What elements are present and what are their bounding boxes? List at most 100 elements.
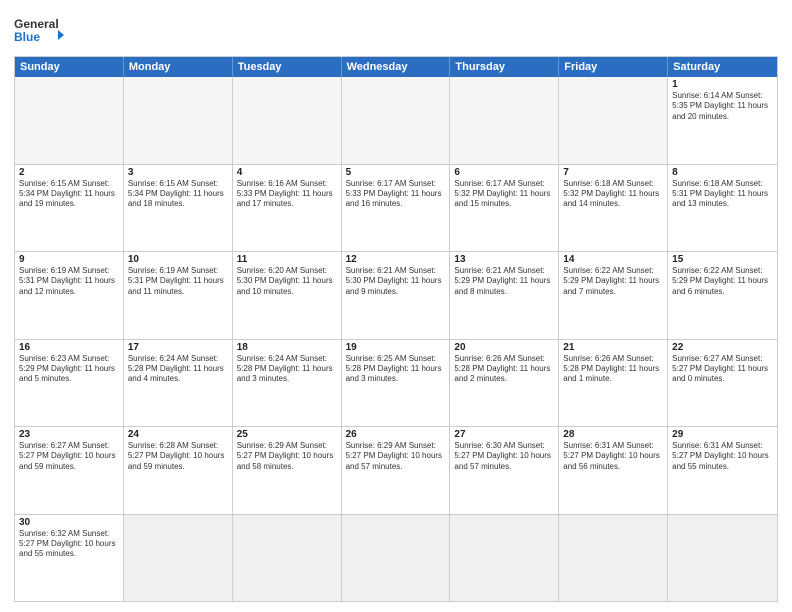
calendar-cell: 14Sunrise: 6:22 AM Sunset: 5:29 PM Dayli… <box>559 252 668 339</box>
day-info: Sunrise: 6:32 AM Sunset: 5:27 PM Dayligh… <box>19 529 119 560</box>
day-number: 9 <box>19 254 119 265</box>
day-info: Sunrise: 6:20 AM Sunset: 5:30 PM Dayligh… <box>237 266 337 297</box>
svg-text:General: General <box>14 17 59 31</box>
calendar-cell: 17Sunrise: 6:24 AM Sunset: 5:28 PM Dayli… <box>124 340 233 427</box>
day-number: 18 <box>237 342 337 353</box>
calendar-cell: 21Sunrise: 6:26 AM Sunset: 5:28 PM Dayli… <box>559 340 668 427</box>
calendar-cell: 30Sunrise: 6:32 AM Sunset: 5:27 PM Dayli… <box>15 515 124 602</box>
calendar-cell: 9Sunrise: 6:19 AM Sunset: 5:31 PM Daylig… <box>15 252 124 339</box>
calendar-body: 1Sunrise: 6:14 AM Sunset: 5:35 PM Daylig… <box>15 77 777 601</box>
day-info: Sunrise: 6:27 AM Sunset: 5:27 PM Dayligh… <box>672 354 773 385</box>
day-number: 7 <box>563 167 663 178</box>
day-number: 30 <box>19 517 119 528</box>
day-info: Sunrise: 6:29 AM Sunset: 5:27 PM Dayligh… <box>346 441 446 472</box>
day-number: 27 <box>454 429 554 440</box>
day-number: 26 <box>346 429 446 440</box>
calendar-cell: 24Sunrise: 6:28 AM Sunset: 5:27 PM Dayli… <box>124 427 233 514</box>
day-number: 20 <box>454 342 554 353</box>
day-info: Sunrise: 6:19 AM Sunset: 5:31 PM Dayligh… <box>128 266 228 297</box>
calendar-cell <box>233 77 342 164</box>
day-number: 11 <box>237 254 337 265</box>
calendar-cell <box>559 77 668 164</box>
calendar-cell <box>559 515 668 602</box>
calendar-cell <box>342 77 451 164</box>
calendar-week-6: 30Sunrise: 6:32 AM Sunset: 5:27 PM Dayli… <box>15 514 777 602</box>
day-number: 1 <box>672 79 773 90</box>
svg-text:Blue: Blue <box>14 30 40 44</box>
calendar-cell: 1Sunrise: 6:14 AM Sunset: 5:35 PM Daylig… <box>668 77 777 164</box>
calendar-cell: 19Sunrise: 6:25 AM Sunset: 5:28 PM Dayli… <box>342 340 451 427</box>
day-number: 24 <box>128 429 228 440</box>
day-info: Sunrise: 6:24 AM Sunset: 5:28 PM Dayligh… <box>237 354 337 385</box>
page: General Blue SundayMondayTuesdayWednesda… <box>0 0 792 612</box>
day-number: 22 <box>672 342 773 353</box>
day-info: Sunrise: 6:15 AM Sunset: 5:34 PM Dayligh… <box>128 179 228 210</box>
calendar-cell: 7Sunrise: 6:18 AM Sunset: 5:32 PM Daylig… <box>559 165 668 252</box>
calendar-cell <box>124 77 233 164</box>
logo: General Blue <box>14 10 64 50</box>
day-info: Sunrise: 6:22 AM Sunset: 5:29 PM Dayligh… <box>672 266 773 297</box>
header: General Blue <box>14 10 778 50</box>
calendar-week-5: 23Sunrise: 6:27 AM Sunset: 5:27 PM Dayli… <box>15 426 777 514</box>
day-number: 2 <box>19 167 119 178</box>
calendar-cell: 4Sunrise: 6:16 AM Sunset: 5:33 PM Daylig… <box>233 165 342 252</box>
weekday-header-wednesday: Wednesday <box>342 57 451 77</box>
day-info: Sunrise: 6:22 AM Sunset: 5:29 PM Dayligh… <box>563 266 663 297</box>
weekday-header-monday: Monday <box>124 57 233 77</box>
calendar-cell <box>668 515 777 602</box>
calendar: SundayMondayTuesdayWednesdayThursdayFrid… <box>14 56 778 602</box>
calendar-cell: 20Sunrise: 6:26 AM Sunset: 5:28 PM Dayli… <box>450 340 559 427</box>
calendar-week-2: 2 Sunrise: 6:15 AM Sunset: 5:34 PM Daylig… <box>15 164 777 252</box>
day-number: 14 <box>563 254 663 265</box>
calendar-cell: 13Sunrise: 6:21 AM Sunset: 5:29 PM Dayli… <box>450 252 559 339</box>
day-number: 16 <box>19 342 119 353</box>
calendar-cell: 25Sunrise: 6:29 AM Sunset: 5:27 PM Dayli… <box>233 427 342 514</box>
day-info: Sunrise: 6:17 AM Sunset: 5:33 PM Dayligh… <box>346 179 446 210</box>
calendar-cell <box>124 515 233 602</box>
day-info: Sunrise: 6:27 AM Sunset: 5:27 PM Dayligh… <box>19 441 119 472</box>
calendar-cell: 10Sunrise: 6:19 AM Sunset: 5:31 PM Dayli… <box>124 252 233 339</box>
day-number: 13 <box>454 254 554 265</box>
day-info: Sunrise: 6:31 AM Sunset: 5:27 PM Dayligh… <box>563 441 663 472</box>
calendar-cell <box>450 77 559 164</box>
day-info: Sunrise: 6:21 AM Sunset: 5:29 PM Dayligh… <box>454 266 554 297</box>
day-number: 12 <box>346 254 446 265</box>
weekday-header-tuesday: Tuesday <box>233 57 342 77</box>
calendar-cell: 28Sunrise: 6:31 AM Sunset: 5:27 PM Dayli… <box>559 427 668 514</box>
day-info: Sunrise: 6:18 AM Sunset: 5:31 PM Dayligh… <box>672 179 773 210</box>
calendar-cell: 23Sunrise: 6:27 AM Sunset: 5:27 PM Dayli… <box>15 427 124 514</box>
weekday-header-thursday: Thursday <box>450 57 559 77</box>
day-info: Sunrise: 6:30 AM Sunset: 5:27 PM Dayligh… <box>454 441 554 472</box>
calendar-cell: 6Sunrise: 6:17 AM Sunset: 5:32 PM Daylig… <box>450 165 559 252</box>
day-number: 19 <box>346 342 446 353</box>
day-number: 15 <box>672 254 773 265</box>
calendar-week-3: 9 Sunrise: 6:19 AM Sunset: 5:31 PM Daylig… <box>15 251 777 339</box>
generalblue-logo-icon: General Blue <box>14 14 64 50</box>
day-number: 28 <box>563 429 663 440</box>
day-number: 25 <box>237 429 337 440</box>
calendar-cell: 18Sunrise: 6:24 AM Sunset: 5:28 PM Dayli… <box>233 340 342 427</box>
calendar-cell <box>342 515 451 602</box>
calendar-cell <box>233 515 342 602</box>
day-info: Sunrise: 6:24 AM Sunset: 5:28 PM Dayligh… <box>128 354 228 385</box>
calendar-cell: 15Sunrise: 6:22 AM Sunset: 5:29 PM Dayli… <box>668 252 777 339</box>
day-info: Sunrise: 6:16 AM Sunset: 5:33 PM Dayligh… <box>237 179 337 210</box>
day-info: Sunrise: 6:23 AM Sunset: 5:29 PM Dayligh… <box>19 354 119 385</box>
day-info: Sunrise: 6:25 AM Sunset: 5:28 PM Dayligh… <box>346 354 446 385</box>
calendar-cell: 27Sunrise: 6:30 AM Sunset: 5:27 PM Dayli… <box>450 427 559 514</box>
day-number: 8 <box>672 167 773 178</box>
calendar-cell <box>15 77 124 164</box>
weekday-header-saturday: Saturday <box>668 57 777 77</box>
day-number: 21 <box>563 342 663 353</box>
calendar-cell: 5Sunrise: 6:17 AM Sunset: 5:33 PM Daylig… <box>342 165 451 252</box>
weekday-header-sunday: Sunday <box>15 57 124 77</box>
day-number: 3 <box>128 167 228 178</box>
day-info: Sunrise: 6:26 AM Sunset: 5:28 PM Dayligh… <box>563 354 663 385</box>
day-info: Sunrise: 6:21 AM Sunset: 5:30 PM Dayligh… <box>346 266 446 297</box>
calendar-cell: 3Sunrise: 6:15 AM Sunset: 5:34 PM Daylig… <box>124 165 233 252</box>
day-number: 29 <box>672 429 773 440</box>
calendar-week-1: 1Sunrise: 6:14 AM Sunset: 5:35 PM Daylig… <box>15 77 777 164</box>
day-number: 10 <box>128 254 228 265</box>
day-number: 5 <box>346 167 446 178</box>
day-info: Sunrise: 6:26 AM Sunset: 5:28 PM Dayligh… <box>454 354 554 385</box>
